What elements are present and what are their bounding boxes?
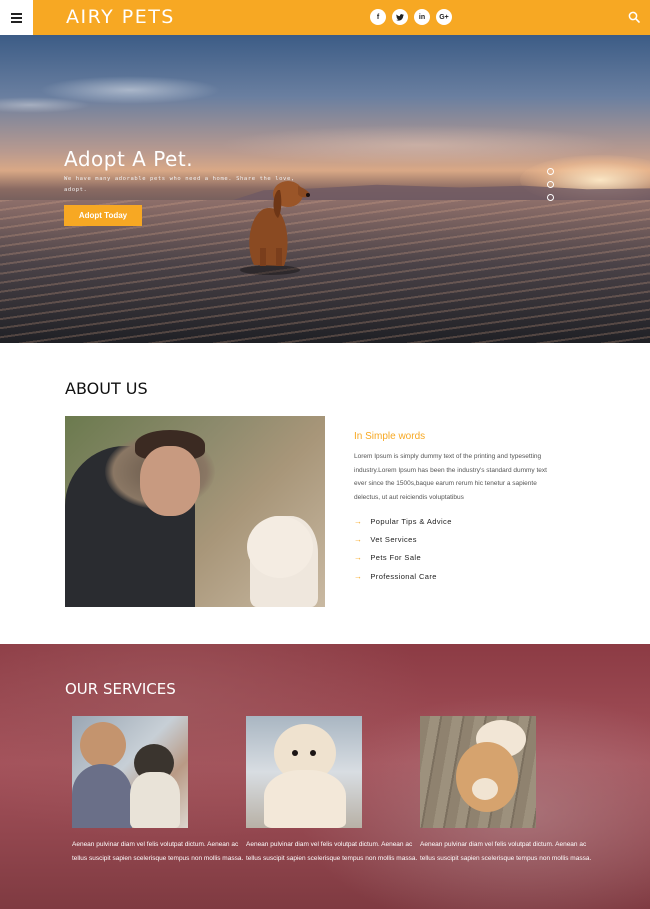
poodle-eye xyxy=(310,750,316,756)
list-item-label: Pets For Sale xyxy=(370,553,422,563)
hero-subtitle: We have many adorable pets who need a ho… xyxy=(64,176,295,193)
menu-bar xyxy=(11,12,22,15)
social-links: f in G+ xyxy=(370,9,452,25)
googleplus-icon[interactable]: G+ xyxy=(436,9,452,25)
facebook-icon[interactable]: f xyxy=(370,9,386,25)
list-item-label: Popular Tips & Advice xyxy=(370,516,452,526)
man-face xyxy=(140,446,200,516)
poodle-eye xyxy=(292,750,298,756)
cat-body xyxy=(130,772,180,828)
list-item-label: Vet Services xyxy=(370,534,417,544)
twitter-bird-icon xyxy=(396,13,404,21)
person-body xyxy=(72,764,132,828)
search-icon[interactable] xyxy=(628,11,640,23)
list-item[interactable]: → Pets For Sale xyxy=(354,549,452,567)
pomeranian-body xyxy=(456,742,518,812)
service-text: Aenean pulvinar diam vel felis volutpat … xyxy=(246,841,418,862)
service-image-poodle xyxy=(246,716,362,828)
arrow-right-icon: → xyxy=(354,516,363,526)
about-image xyxy=(65,416,325,607)
list-item[interactable]: → Popular Tips & Advice xyxy=(354,512,452,530)
hero-banner: Adopt A Pet. We have many adorable pets … xyxy=(0,35,650,343)
slider-dot[interactable] xyxy=(547,168,554,175)
person-head xyxy=(80,722,126,768)
twitter-icon[interactable] xyxy=(392,9,408,25)
list-item[interactable]: → Professional Care xyxy=(354,567,452,585)
menu-bar xyxy=(11,16,22,19)
site-header: AIRY PETS f in G+ xyxy=(0,0,650,35)
pomeranian-muzzle xyxy=(472,778,498,800)
service-text: Aenean pulvinar diam vel felis volutpat … xyxy=(420,841,592,862)
dog-head xyxy=(247,516,313,578)
service-image-pomeranian xyxy=(420,716,536,828)
slider-dot[interactable] xyxy=(547,194,554,201)
slider-dot[interactable] xyxy=(547,181,554,188)
about-list: → Popular Tips & Advice → Vet Services → Pe… xyxy=(354,512,452,585)
adopt-today-button[interactable]: Adopt Today xyxy=(64,205,142,226)
services-section: OUR SERVICES Aenean pulvinar diam vel fe… xyxy=(0,644,650,909)
hamburger-menu-icon[interactable] xyxy=(0,0,33,35)
about-title: ABOUT US xyxy=(65,379,148,398)
linkedin-icon[interactable]: in xyxy=(414,9,430,25)
arrow-right-icon: → xyxy=(354,571,363,581)
slider-dots xyxy=(547,168,554,201)
service-image-cat xyxy=(72,716,188,828)
list-item[interactable]: → Vet Services xyxy=(354,530,452,548)
menu-bar xyxy=(11,20,22,23)
about-text: Lorem Ipsum is simply dummy text of the … xyxy=(354,453,547,501)
hero-title: Adopt A Pet. xyxy=(64,147,194,171)
service-text: Aenean pulvinar diam vel felis volutpat … xyxy=(72,841,244,862)
list-item-label: Professional Care xyxy=(370,571,437,581)
services-title: OUR SERVICES xyxy=(65,680,176,698)
arrow-right-icon: → xyxy=(354,553,363,563)
poodle-body xyxy=(264,770,346,828)
site-logo[interactable]: AIRY PETS xyxy=(66,6,175,28)
about-subtitle: In Simple words xyxy=(354,431,426,442)
arrow-right-icon: → xyxy=(354,534,363,544)
